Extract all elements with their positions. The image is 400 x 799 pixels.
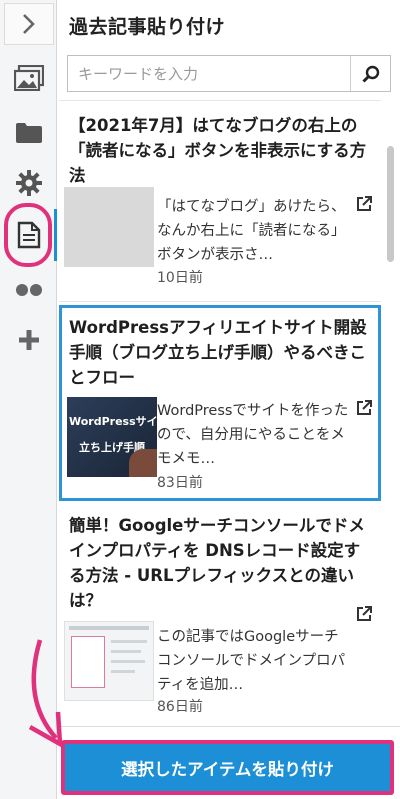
article-thumbnail	[64, 187, 154, 267]
article-date: 83日前	[157, 475, 203, 491]
paste-selected-button[interactable]: 選択したアイテムを貼り付け	[61, 740, 394, 795]
external-link-icon[interactable]	[355, 195, 373, 213]
rail-item-images[interactable]	[4, 58, 54, 98]
rail-item-more[interactable]	[4, 270, 54, 310]
article-title: 簡単！Googleサーチコンソールでドメインプロパティを DNSレコード設定する…	[69, 516, 365, 610]
scrollbar-thumb[interactable]	[387, 146, 394, 262]
article-thumbnail	[64, 621, 154, 701]
dots-icon	[16, 284, 42, 296]
search-box	[67, 55, 391, 92]
article-date: 86日前	[157, 699, 203, 715]
article-title: 【2021年7月】はてなブログの右上の「読者になる」ボタンを非表示にする方法	[69, 116, 367, 185]
article-excerpt: 「はてなブログ」あけたら、なんか右上に「読者になる」ボタンが表示さ…	[157, 199, 346, 263]
list-scrollbar[interactable]	[383, 100, 397, 726]
thumbnail-text: WordPressサイ	[69, 415, 157, 428]
panel-footer: 選択したアイテムを貼り付け	[57, 726, 400, 799]
panel-title: 過去記事貼り付け	[69, 16, 226, 38]
search-icon	[361, 65, 379, 83]
article-title: WordPressアフィリエイトサイト開設手順（ブログ立ち上げ手順）やるべきこと…	[69, 318, 367, 387]
collapse-button[interactable]	[4, 3, 54, 45]
rail-item-add[interactable]	[4, 320, 54, 360]
article-excerpt: この記事ではGoogleサーチコンソールでドメインプロパティを追加…	[157, 629, 346, 693]
gear-icon	[16, 170, 42, 196]
paste-panel: 過去記事貼り付け 【2021年7月】はてなブログの右上の「読者になる」ボタンを非…	[57, 0, 400, 799]
article-list: 【2021年7月】はてなブログの右上の「読者になる」ボタンを非表示にする方法 「…	[59, 100, 381, 726]
search-input[interactable]	[68, 56, 350, 91]
rail-item-settings[interactable]	[4, 163, 54, 203]
rail-item-folder[interactable]	[4, 113, 54, 153]
image-icon	[14, 65, 44, 91]
highlight-oval	[4, 203, 52, 267]
external-link-icon[interactable]	[355, 399, 373, 417]
article-card[interactable]: 簡単！Googleサーチコンソールでドメインプロパティを DNSレコード設定する…	[59, 505, 381, 726]
article-excerpt: WordPressでサイトを作ったので、自分用にやることをメモメモ…	[157, 403, 349, 467]
icon-rail	[0, 0, 57, 799]
chevron-right-icon	[23, 14, 35, 34]
article-card-selected[interactable]: WordPressアフィリエイトサイト開設手順（ブログ立ち上げ手順）やるべきこと…	[59, 305, 381, 501]
plus-icon	[19, 330, 39, 350]
external-link-icon[interactable]	[355, 605, 373, 623]
article-date: 10日前	[157, 270, 203, 286]
folder-icon	[16, 123, 42, 143]
article-thumbnail: WordPressサイ 立ち上げ手順	[67, 397, 157, 477]
search-button[interactable]	[350, 56, 390, 91]
article-card[interactable]: 【2021年7月】はてなブログの右上の「読者になる」ボタンを非表示にする方法 「…	[59, 101, 381, 301]
card-separator	[59, 301, 381, 302]
